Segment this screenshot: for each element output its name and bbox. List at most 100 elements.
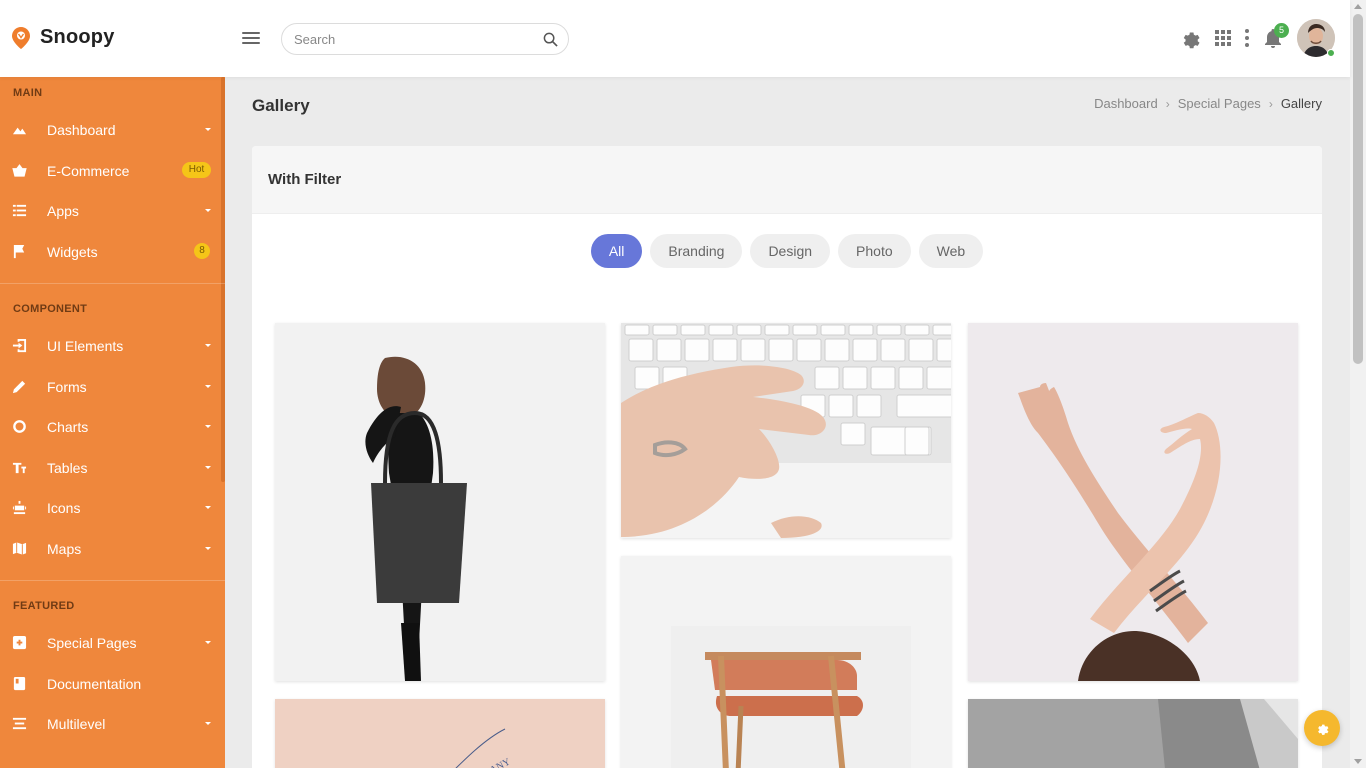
chevron-down-icon (205, 506, 211, 509)
sidebar-item-forms[interactable]: Forms (0, 367, 221, 407)
book-icon (13, 676, 26, 691)
scroll-down-arrow-icon[interactable] (1354, 759, 1362, 764)
map-icon (12, 542, 27, 555)
chevron-right-icon: › (1165, 96, 1170, 111)
card-header: With Filter (252, 146, 1322, 214)
sidebar-item-label: Documentation (47, 676, 142, 692)
breadcrumb-item-current: Gallery (1280, 96, 1322, 111)
search-box (281, 23, 569, 55)
hot-badge: Hot (182, 162, 211, 178)
sidebar-divider (0, 283, 225, 284)
woman-with-bag-photo (275, 323, 605, 681)
sidebar-divider (0, 580, 225, 581)
filter-web-button[interactable]: Web (918, 234, 984, 268)
scroll-up-arrow-icon[interactable] (1354, 4, 1362, 9)
wooden-chair-photo (621, 556, 951, 768)
gallery-item[interactable] (968, 323, 1298, 681)
sidebar-item-widgets[interactable]: Widgets 8 (0, 232, 221, 272)
search-icon[interactable] (543, 32, 558, 47)
section-title-featured: FEATURED (13, 600, 75, 612)
gallery-card: With Filter All Branding Design Photo We… (252, 146, 1322, 768)
multilevel-icon (12, 717, 27, 730)
apps-list-icon (12, 204, 27, 217)
sidebar-item-multilevel[interactable]: Multilevel (0, 704, 221, 744)
breadcrumb: Dashboard › Special Pages › Gallery (1094, 96, 1322, 111)
chevron-down-icon (205, 466, 211, 469)
filter-design-button[interactable]: Design (750, 234, 831, 268)
dashboard-icon (12, 127, 27, 135)
sidebar-item-icons[interactable]: Icons (0, 488, 221, 528)
sidebar: MAIN Dashboard E-Commerce Hot Apps Widge… (0, 77, 225, 768)
section-title-component: COMPONENT (13, 303, 88, 315)
gallery-item[interactable] (968, 699, 1298, 768)
gallery-item[interactable] (621, 323, 951, 538)
logo-pin-icon (12, 26, 30, 49)
chevron-down-icon (205, 385, 211, 388)
special-pages-icon (12, 635, 27, 650)
grey-desk-photo (968, 699, 1298, 768)
sidebar-item-charts[interactable]: Charts (0, 407, 221, 447)
chevron-down-icon (205, 425, 211, 428)
chevron-down-icon (205, 547, 211, 550)
card-title: With Filter (268, 171, 342, 188)
sidebar-item-tables[interactable]: Tables (0, 448, 221, 488)
sidebar-item-maps[interactable]: Maps (0, 529, 221, 569)
gear-icon[interactable] (1179, 27, 1201, 49)
filter-all-button[interactable]: All (590, 234, 643, 268)
tables-icon (12, 462, 27, 474)
sidebar-item-special-pages[interactable]: Special Pages (0, 623, 221, 663)
sidebar-item-label: Multilevel (47, 716, 106, 732)
notification-count-badge: 5 (1274, 23, 1289, 38)
gallery-item[interactable]: E SO MANY (275, 699, 605, 768)
ui-elements-icon (12, 338, 27, 353)
menu-toggle-icon[interactable] (242, 32, 260, 45)
sidebar-item-ui-elements[interactable]: UI Elements (0, 326, 221, 366)
online-status-dot (1327, 49, 1335, 57)
chevron-down-icon (205, 641, 211, 644)
sidebar-item-label: Forms (47, 379, 87, 395)
sidebar-item-label: Widgets (47, 244, 98, 260)
chevron-down-icon (205, 209, 211, 212)
gallery-item[interactable] (275, 323, 605, 681)
settings-fab-button[interactable] (1304, 710, 1340, 746)
filter-branding-button[interactable]: Branding (650, 234, 743, 268)
gallery-item[interactable] (621, 556, 951, 768)
logo[interactable]: Snoopy (12, 26, 115, 49)
sidebar-item-label: E-Commerce (47, 163, 130, 179)
icons-icon (12, 500, 27, 515)
raised-hands-photo (968, 323, 1298, 681)
donut-chart-icon (13, 420, 26, 433)
sidebar-item-e-commerce[interactable]: E-Commerce Hot (0, 151, 221, 191)
chevron-down-icon (205, 128, 211, 131)
sidebar-item-label: Tables (47, 460, 88, 476)
search-input[interactable] (282, 24, 522, 54)
section-title-main: MAIN (13, 87, 43, 99)
sidebar-item-label: Special Pages (47, 635, 137, 651)
sidebar-item-label: UI Elements (47, 338, 124, 354)
top-header: Snoopy 5 (0, 0, 1350, 77)
breadcrumb-item-dashboard[interactable]: Dashboard (1094, 96, 1158, 111)
sidebar-item-label: Apps (47, 203, 79, 219)
filter-photo-button[interactable]: Photo (838, 234, 911, 268)
chevron-down-icon (205, 722, 211, 725)
filter-bar: All Branding Design Photo Web (252, 234, 1322, 268)
sidebar-item-dashboard[interactable]: Dashboard (0, 110, 221, 150)
apps-grid-icon[interactable] (1212, 27, 1234, 49)
hand-on-keyboard-photo (621, 323, 951, 538)
sidebar-scrollbar[interactable] (221, 77, 225, 482)
chevron-right-icon: › (1268, 96, 1273, 111)
sidebar-item-label: Icons (47, 500, 81, 516)
page-title: Gallery (252, 96, 310, 115)
sidebar-item-label: Maps (47, 541, 82, 557)
scroll-thumb[interactable] (1353, 14, 1363, 364)
sidebar-item-apps[interactable]: Apps (0, 191, 221, 231)
pink-card-print-photo: E SO MANY (275, 699, 605, 768)
sidebar-item-documentation[interactable]: Documentation (0, 664, 221, 704)
more-vertical-icon[interactable] (1236, 27, 1258, 49)
widgets-count-badge: 8 (194, 243, 210, 259)
page-scrollbar[interactable] (1350, 0, 1366, 768)
flag-icon (13, 244, 25, 259)
breadcrumb-item-special-pages[interactable]: Special Pages (1178, 96, 1261, 111)
chevron-down-icon (205, 344, 211, 347)
gear-icon (1318, 724, 1329, 735)
